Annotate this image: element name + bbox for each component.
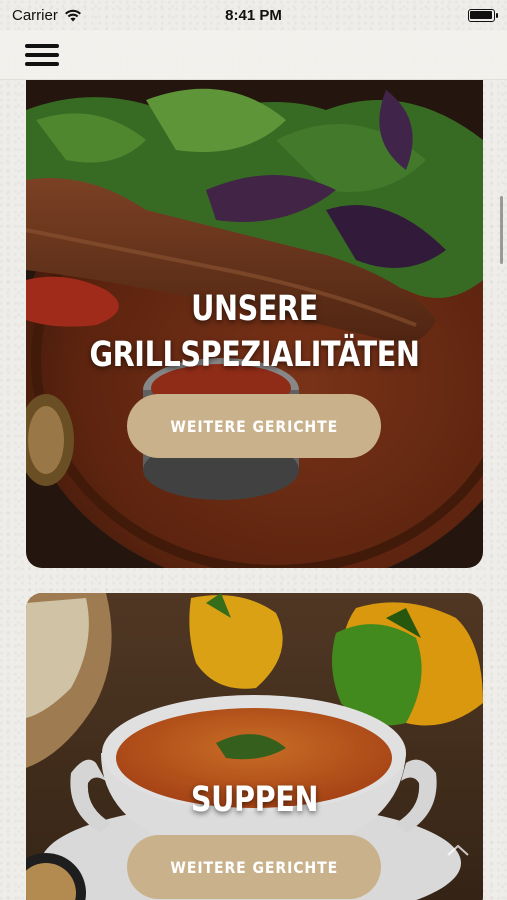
- status-bar: Carrier 8:41 PM: [0, 0, 507, 30]
- category-title-line: UNSERE: [191, 289, 318, 329]
- carrier-label: Carrier: [12, 6, 58, 24]
- chevron-up-icon[interactable]: [445, 840, 471, 860]
- more-dishes-button[interactable]: WEITERE GERICHTE: [127, 394, 381, 458]
- scrollbar[interactable]: [500, 196, 503, 264]
- more-dishes-label: WEITERE GERICHTE: [170, 416, 338, 436]
- category-title-line: SUPPEN: [190, 780, 319, 820]
- status-time: 8:41 PM: [225, 6, 282, 24]
- category-title-line: GRILLSPEZIALITÄTEN: [89, 335, 420, 375]
- category-title: SUPPEN: [67, 777, 442, 823]
- more-dishes-label: WEITERE GERICHTE: [170, 857, 338, 877]
- battery-level: [470, 11, 493, 19]
- menu-line: [25, 62, 59, 66]
- category-card-grill[interactable]: UNSERE GRILLSPEZIALITÄTEN WEITERE GERICH…: [26, 80, 483, 568]
- battery-icon: [467, 8, 498, 22]
- more-dishes-button[interactable]: WEITERE GERICHTE: [127, 835, 381, 899]
- category-title: UNSERE GRILLSPEZIALITÄTEN: [67, 286, 442, 378]
- menu-line: [25, 44, 59, 48]
- wifi-icon: [64, 9, 81, 21]
- status-left: Carrier: [12, 7, 132, 24]
- hamburger-menu-icon[interactable]: [25, 40, 63, 70]
- nav-bar: [0, 30, 507, 80]
- status-right: [375, 8, 498, 22]
- category-card-soup[interactable]: SUPPEN WEITERE GERICHTE: [26, 593, 483, 900]
- menu-line: [25, 53, 59, 57]
